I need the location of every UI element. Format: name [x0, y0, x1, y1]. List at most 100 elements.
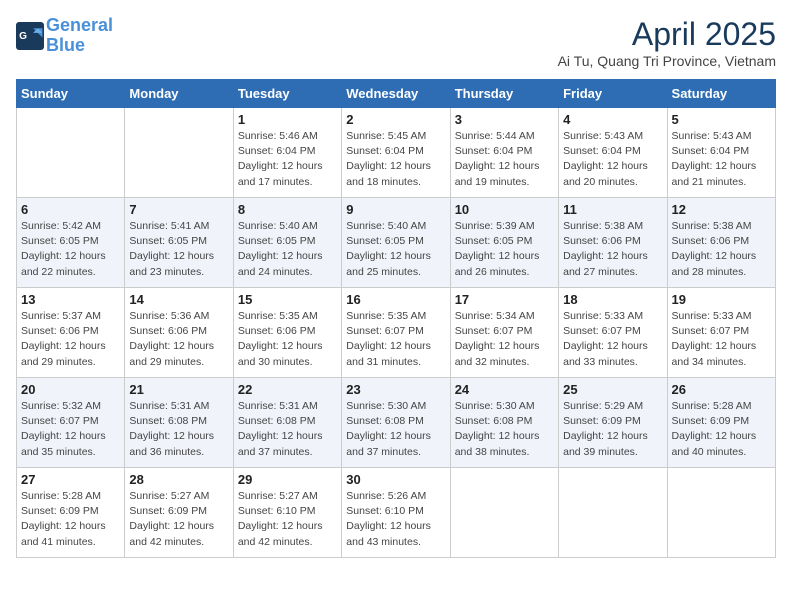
- calendar-cell: 25Sunrise: 5:29 AMSunset: 6:09 PMDayligh…: [559, 378, 667, 468]
- day-number: 5: [672, 112, 771, 127]
- calendar-cell: 6 Sunrise: 5:42 AMSunset: 6:05 PMDaylight…: [17, 198, 125, 288]
- header-friday: Friday: [559, 80, 667, 108]
- day-number: 10: [455, 202, 554, 217]
- calendar-cell: 21 Sunrise: 5:31 AMSunset: 6:08 PMDayligh…: [125, 378, 233, 468]
- calendar-cell: 30 Sunrise: 5:26 AMSunset: 6:10 PMDayligh…: [342, 468, 450, 558]
- day-number: 20: [21, 382, 120, 397]
- day-info: Sunrise: 5:38 AMSunset: 6:06 PMDaylight:…: [563, 219, 662, 280]
- day-number: 28: [129, 472, 228, 487]
- day-info: Sunrise: 5:33 AMSunset: 6:07 PMDaylight:…: [563, 309, 662, 370]
- calendar-cell: 11 Sunrise: 5:38 AMSunset: 6:06 PMDayligh…: [559, 198, 667, 288]
- day-info: Sunrise: 5:27 AMSunset: 6:09 PMDaylight:…: [129, 489, 228, 550]
- header-saturday: Saturday: [667, 80, 775, 108]
- day-number: 17: [455, 292, 554, 307]
- calendar-cell: 15 Sunrise: 5:35 AMSunset: 6:06 PMDayligh…: [233, 288, 341, 378]
- day-info: Sunrise: 5:31 AMSunset: 6:08 PMDaylight:…: [129, 399, 228, 460]
- day-number: 14: [129, 292, 228, 307]
- calendar-cell: [17, 108, 125, 198]
- calendar-cell: 14 Sunrise: 5:36 AMSunset: 6:06 PMDayligh…: [125, 288, 233, 378]
- day-info: Sunrise: 5:41 AMSunset: 6:05 PMDaylight:…: [129, 219, 228, 280]
- day-number: 13: [21, 292, 120, 307]
- calendar-cell: 16 Sunrise: 5:35 AMSunset: 6:07 PMDayligh…: [342, 288, 450, 378]
- calendar-week-row: 20Sunrise: 5:32 AMSunset: 6:07 PMDayligh…: [17, 378, 776, 468]
- header-sunday: Sunday: [17, 80, 125, 108]
- day-number: 18: [563, 292, 662, 307]
- day-info: Sunrise: 5:29 AMSunset: 6:09 PMDaylight:…: [563, 399, 662, 460]
- calendar-cell: [125, 108, 233, 198]
- logo: G GeneralBlue: [16, 16, 113, 56]
- day-number: 22: [238, 382, 337, 397]
- calendar-cell: 20Sunrise: 5:32 AMSunset: 6:07 PMDayligh…: [17, 378, 125, 468]
- day-info: Sunrise: 5:26 AMSunset: 6:10 PMDaylight:…: [346, 489, 445, 550]
- day-info: Sunrise: 5:35 AMSunset: 6:06 PMDaylight:…: [238, 309, 337, 370]
- calendar-header-row: Sunday Monday Tuesday Wednesday Thursday…: [17, 80, 776, 108]
- day-info: Sunrise: 5:30 AMSunset: 6:08 PMDaylight:…: [346, 399, 445, 460]
- calendar-cell: 13 Sunrise: 5:37 AMSunset: 6:06 PMDayligh…: [17, 288, 125, 378]
- calendar-cell: 4Sunrise: 5:43 AMSunset: 6:04 PMDaylight…: [559, 108, 667, 198]
- calendar-cell: 8 Sunrise: 5:40 AMSunset: 6:05 PMDaylight…: [233, 198, 341, 288]
- logo-text: GeneralBlue: [46, 16, 113, 56]
- day-number: 29: [238, 472, 337, 487]
- calendar-week-row: 1 Sunrise: 5:46 AMSunset: 6:04 PMDaylight…: [17, 108, 776, 198]
- day-info: Sunrise: 5:28 AMSunset: 6:09 PMDaylight:…: [672, 399, 771, 460]
- day-info: Sunrise: 5:43 AMSunset: 6:04 PMDaylight:…: [672, 129, 771, 190]
- day-number: 30: [346, 472, 445, 487]
- day-number: 15: [238, 292, 337, 307]
- day-number: 12: [672, 202, 771, 217]
- day-info: Sunrise: 5:38 AMSunset: 6:06 PMDaylight:…: [672, 219, 771, 280]
- calendar-cell: 12 Sunrise: 5:38 AMSunset: 6:06 PMDayligh…: [667, 198, 775, 288]
- month-title: April 2025: [558, 16, 776, 53]
- calendar-cell: 28 Sunrise: 5:27 AMSunset: 6:09 PMDayligh…: [125, 468, 233, 558]
- day-number: 19: [672, 292, 771, 307]
- day-info: Sunrise: 5:40 AMSunset: 6:05 PMDaylight:…: [238, 219, 337, 280]
- calendar-cell: 24 Sunrise: 5:30 AMSunset: 6:08 PMDayligh…: [450, 378, 558, 468]
- day-info: Sunrise: 5:30 AMSunset: 6:08 PMDaylight:…: [455, 399, 554, 460]
- location: Ai Tu, Quang Tri Province, Vietnam: [558, 53, 776, 69]
- svg-text:G: G: [19, 31, 27, 42]
- calendar-cell: 27 Sunrise: 5:28 AMSunset: 6:09 PMDayligh…: [17, 468, 125, 558]
- calendar-cell: [667, 468, 775, 558]
- day-number: 21: [129, 382, 228, 397]
- day-info: Sunrise: 5:40 AMSunset: 6:05 PMDaylight:…: [346, 219, 445, 280]
- day-number: 11: [563, 202, 662, 217]
- day-number: 2: [346, 112, 445, 127]
- day-number: 24: [455, 382, 554, 397]
- day-number: 1: [238, 112, 337, 127]
- day-number: 6: [21, 202, 120, 217]
- day-info: Sunrise: 5:45 AMSunset: 6:04 PMDaylight:…: [346, 129, 445, 190]
- day-info: Sunrise: 5:37 AMSunset: 6:06 PMDaylight:…: [21, 309, 120, 370]
- page-header: G GeneralBlue April 2025 Ai Tu, Quang Tr…: [16, 16, 776, 69]
- day-number: 16: [346, 292, 445, 307]
- day-info: Sunrise: 5:34 AMSunset: 6:07 PMDaylight:…: [455, 309, 554, 370]
- day-info: Sunrise: 5:36 AMSunset: 6:06 PMDaylight:…: [129, 309, 228, 370]
- calendar-cell: [559, 468, 667, 558]
- calendar-cell: 29 Sunrise: 5:27 AMSunset: 6:10 PMDayligh…: [233, 468, 341, 558]
- day-info: Sunrise: 5:28 AMSunset: 6:09 PMDaylight:…: [21, 489, 120, 550]
- calendar-cell: 18 Sunrise: 5:33 AMSunset: 6:07 PMDayligh…: [559, 288, 667, 378]
- header-thursday: Thursday: [450, 80, 558, 108]
- day-number: 8: [238, 202, 337, 217]
- day-number: 4: [563, 112, 662, 127]
- day-number: 7: [129, 202, 228, 217]
- calendar-cell: 26Sunrise: 5:28 AMSunset: 6:09 PMDayligh…: [667, 378, 775, 468]
- calendar-week-row: 6 Sunrise: 5:42 AMSunset: 6:05 PMDaylight…: [17, 198, 776, 288]
- day-number: 27: [21, 472, 120, 487]
- calendar-cell: 22 Sunrise: 5:31 AMSunset: 6:08 PMDayligh…: [233, 378, 341, 468]
- day-info: Sunrise: 5:39 AMSunset: 6:05 PMDaylight:…: [455, 219, 554, 280]
- day-info: Sunrise: 5:27 AMSunset: 6:10 PMDaylight:…: [238, 489, 337, 550]
- calendar-cell: 9 Sunrise: 5:40 AMSunset: 6:05 PMDaylight…: [342, 198, 450, 288]
- calendar-cell: 1 Sunrise: 5:46 AMSunset: 6:04 PMDaylight…: [233, 108, 341, 198]
- day-info: Sunrise: 5:42 AMSunset: 6:05 PMDaylight:…: [21, 219, 120, 280]
- day-number: 9: [346, 202, 445, 217]
- calendar-cell: 17 Sunrise: 5:34 AMSunset: 6:07 PMDayligh…: [450, 288, 558, 378]
- header-monday: Monday: [125, 80, 233, 108]
- day-number: 3: [455, 112, 554, 127]
- day-info: Sunrise: 5:33 AMSunset: 6:07 PMDaylight:…: [672, 309, 771, 370]
- day-info: Sunrise: 5:46 AMSunset: 6:04 PMDaylight:…: [238, 129, 337, 190]
- day-info: Sunrise: 5:31 AMSunset: 6:08 PMDaylight:…: [238, 399, 337, 460]
- header-wednesday: Wednesday: [342, 80, 450, 108]
- calendar-week-row: 27 Sunrise: 5:28 AMSunset: 6:09 PMDayligh…: [17, 468, 776, 558]
- calendar-cell: [450, 468, 558, 558]
- day-info: Sunrise: 5:35 AMSunset: 6:07 PMDaylight:…: [346, 309, 445, 370]
- calendar-cell: 10 Sunrise: 5:39 AMSunset: 6:05 PMDayligh…: [450, 198, 558, 288]
